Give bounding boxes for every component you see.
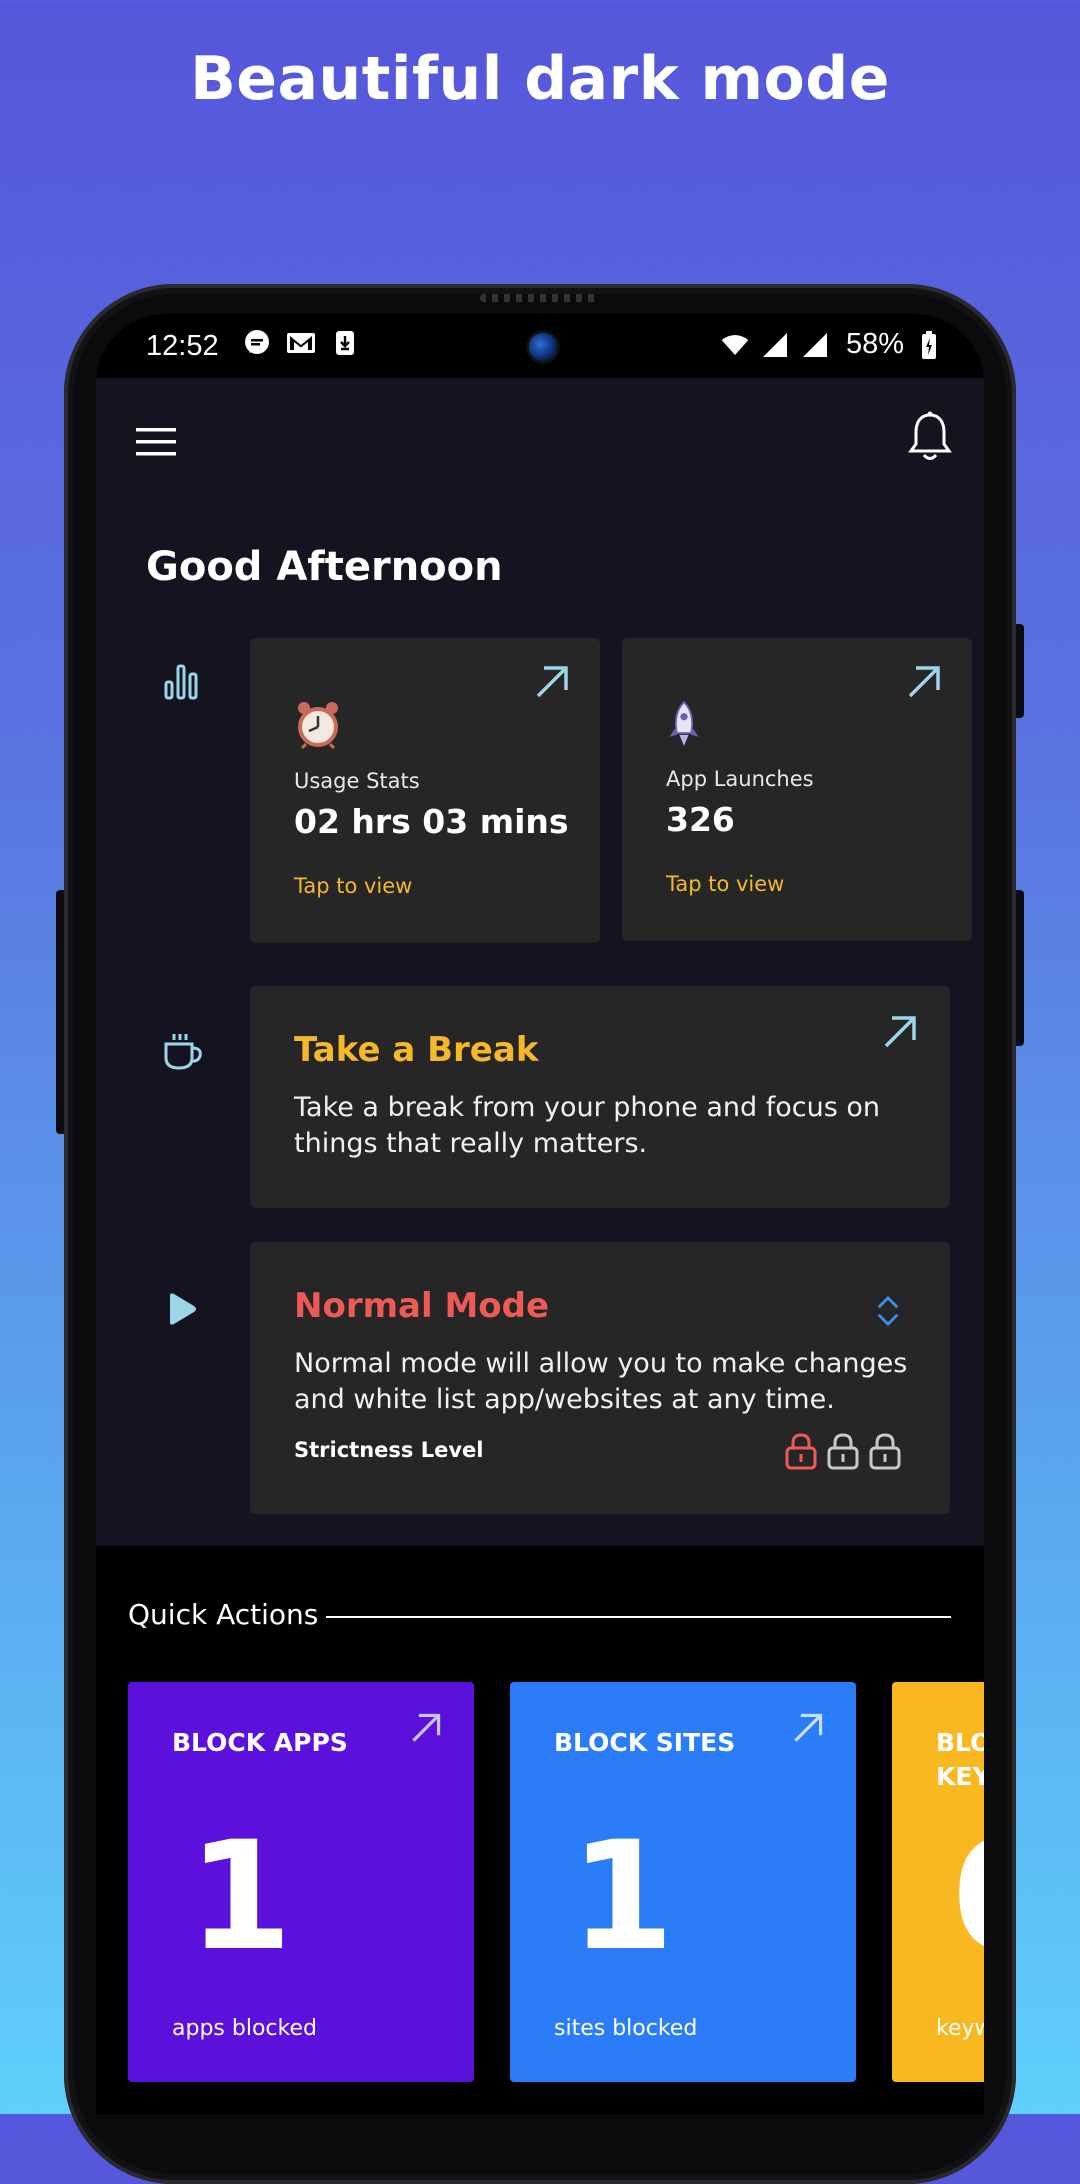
block-keywords-count: 0: [952, 1810, 984, 1984]
block-keywords-title-line2: KEYWORDS: [936, 1762, 984, 1791]
alarm-clock-icon: [298, 702, 338, 750]
bar-chart-icon: [162, 660, 206, 704]
system-status-icons: 58%: [720, 328, 944, 361]
app-launches-label: App Launches: [666, 767, 814, 791]
normal-mode-description: Normal mode will allow you to make chang…: [294, 1348, 908, 1415]
strictness-level-indicator: [784, 1432, 902, 1470]
usage-stats-label: Usage Stats: [294, 769, 420, 793]
open-arrow-icon: [536, 666, 568, 698]
quick-actions-section: Quick Actions BLOCK APPS 1 apps blocked …: [96, 1546, 984, 2114]
block-apps-count: 1: [188, 1810, 293, 1984]
open-arrow-icon: [412, 1713, 441, 1742]
wifi-icon: [720, 330, 750, 360]
take-a-break-title: Take a Break: [294, 1030, 539, 1070]
signal-icon-2: [800, 330, 830, 360]
block-apps-card[interactable]: BLOCK APPS 1 apps blocked: [128, 1682, 474, 2082]
take-a-break-card[interactable]: Take a Break Take a break from your phon…: [250, 986, 950, 1208]
block-apps-title: BLOCK APPS: [172, 1728, 348, 1757]
status-bar: 12:52 58%: [96, 314, 984, 378]
notification-icons: [242, 328, 360, 358]
app-launches-value: 326: [666, 800, 735, 839]
block-sites-count: 1: [570, 1810, 675, 1984]
usage-stats-card[interactable]: Usage Stats 02 hrs 03 mins Tap to view: [250, 638, 600, 943]
normal-mode-title: Normal Mode: [294, 1286, 550, 1326]
phone-speaker: [480, 294, 600, 302]
block-keywords-card[interactable]: BLOCK KEYWORDS 0 keywords blocked: [892, 1682, 984, 2082]
strictness-level-label: Strictness Level: [294, 1438, 484, 1462]
block-keywords-title: BLOCK KEYWORDS: [936, 1726, 984, 1794]
front-camera: [526, 330, 560, 364]
battery-charging-icon: [914, 330, 944, 360]
open-arrow-icon: [794, 1713, 823, 1742]
camera-notch: [396, 314, 686, 378]
launches-tap-to-view[interactable]: Tap to view: [666, 872, 784, 896]
status-time: 12:52: [146, 330, 219, 362]
messages-notification-icon: [242, 328, 272, 358]
block-sites-card[interactable]: BLOCK SITES 1 sites blocked: [510, 1682, 856, 2082]
usage-stats-value: 02 hrs 03 mins: [294, 802, 569, 841]
greeting-title: Good Afternoon: [146, 544, 503, 590]
block-apps-subtitle: apps blocked: [172, 2016, 317, 2041]
rocket-icon: [669, 700, 699, 746]
menu-button[interactable]: [134, 420, 178, 464]
quick-actions-divider: [326, 1616, 951, 1618]
coffee-cup-icon: [160, 1030, 204, 1074]
usage-tap-to-view[interactable]: Tap to view: [294, 874, 412, 898]
bell-icon: [908, 411, 952, 460]
lock-icon: [827, 1433, 859, 1470]
normal-mode-card[interactable]: Normal Mode Normal mode will allow you t…: [250, 1242, 950, 1514]
open-arrow-icon: [884, 1016, 916, 1048]
lock-icon: [869, 1433, 901, 1470]
download-notification-icon: [330, 328, 360, 358]
app-launches-card[interactable]: App Launches 326 Tap to view: [622, 638, 972, 941]
block-sites-title: BLOCK SITES: [554, 1728, 736, 1757]
expand-collapse-icon[interactable]: [874, 1294, 902, 1328]
promo-headline: Beautiful dark mode: [190, 44, 890, 114]
signal-icon: [760, 330, 790, 360]
app-screen: 12:52 58% Good Afternoon Usage Stats 02 …: [96, 314, 984, 2114]
play-icon: [160, 1288, 204, 1332]
take-a-break-description: Take a break from your phone and focus o…: [294, 1092, 881, 1159]
block-keywords-title-line1: BLOCK: [936, 1728, 984, 1757]
block-sites-subtitle: sites blocked: [554, 2016, 698, 2041]
hamburger-menu-icon: [136, 428, 176, 456]
block-keywords-subtitle: keywords blocked: [936, 2016, 984, 2041]
battery-percentage: 58%: [845, 328, 904, 360]
lock-icon-active: [785, 1433, 817, 1470]
gmail-notification-icon: [286, 328, 316, 358]
quick-actions-title: Quick Actions: [128, 1598, 319, 1631]
notifications-button[interactable]: [906, 410, 954, 464]
open-arrow-icon: [908, 666, 940, 698]
